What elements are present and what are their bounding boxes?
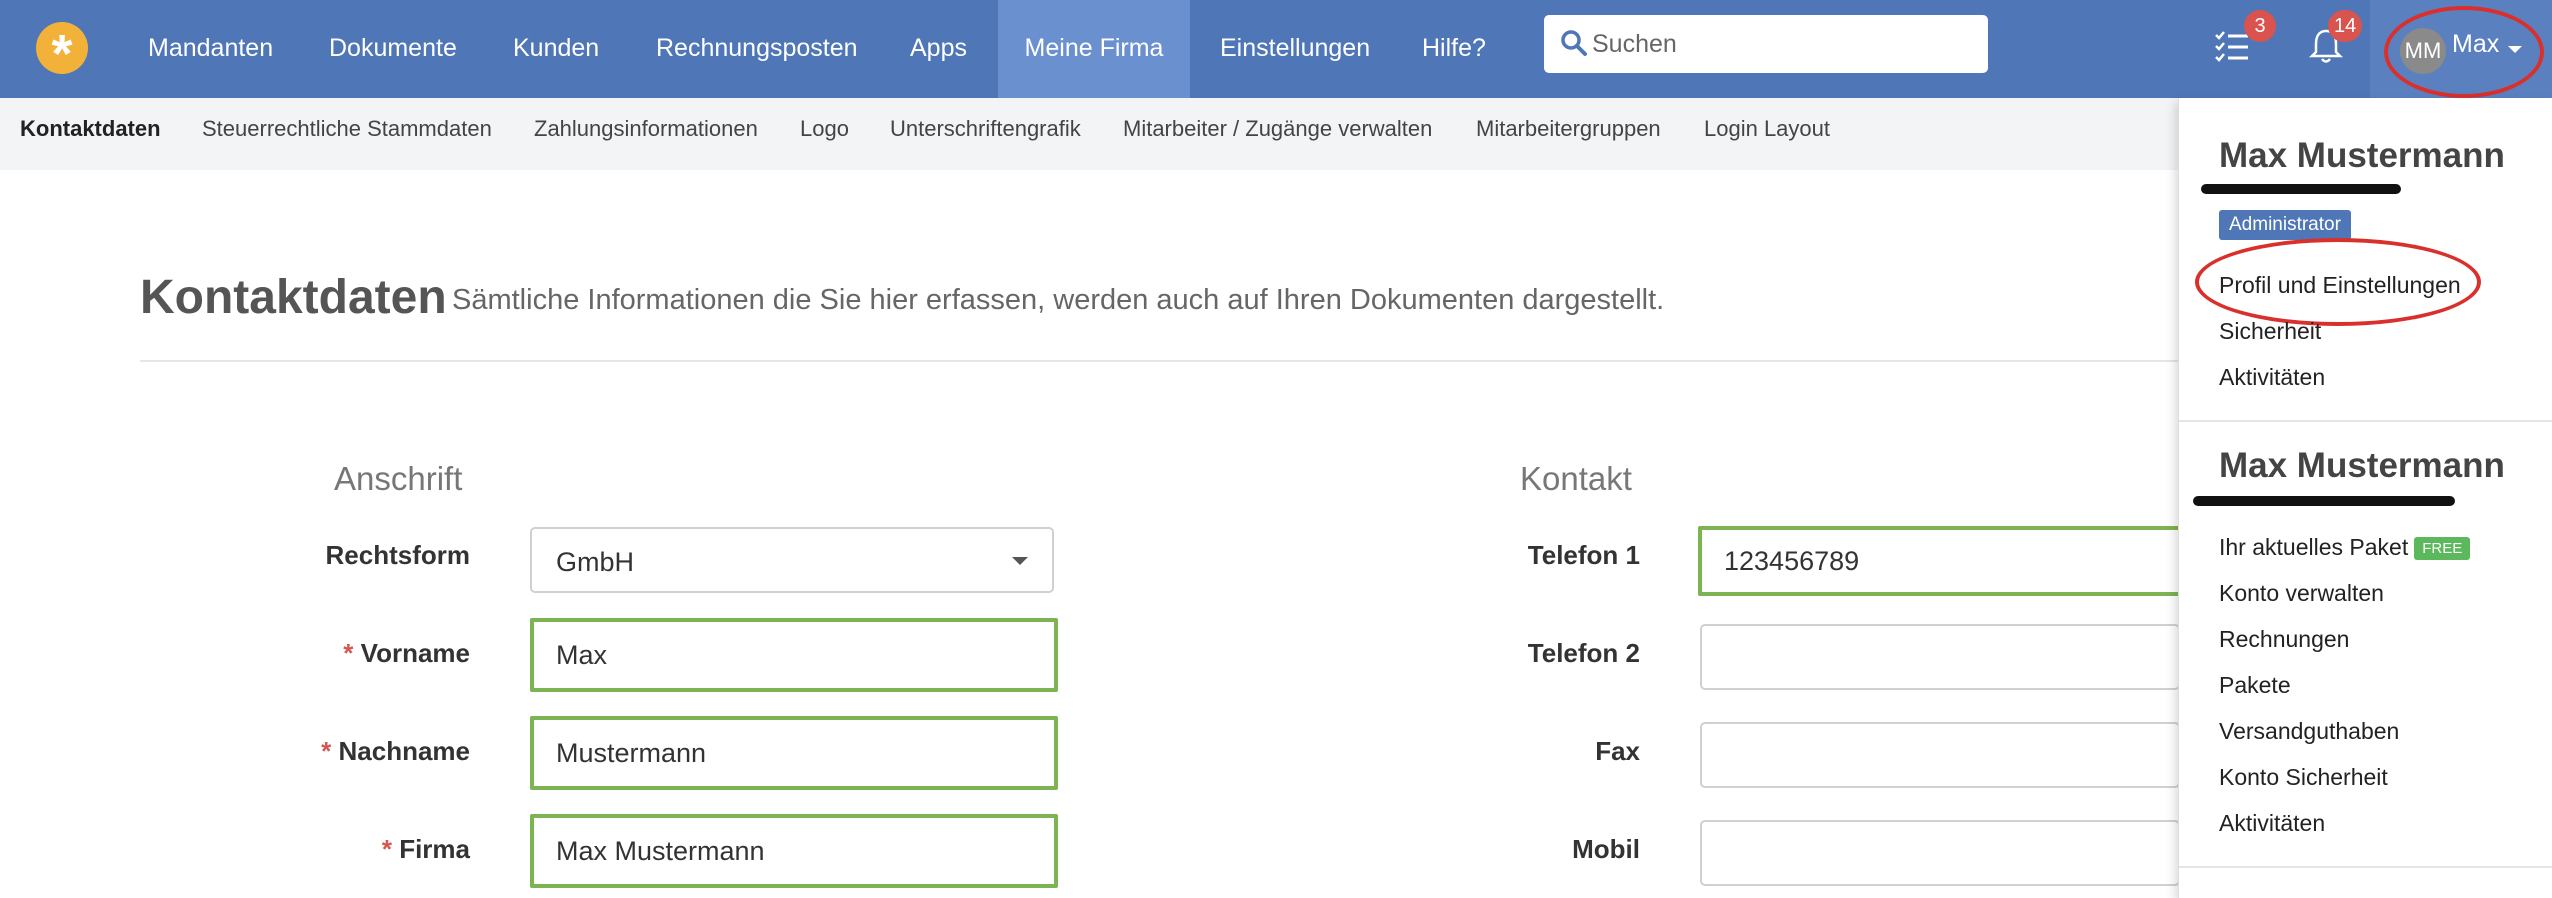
redaction-bar [2193,496,2455,506]
subnav-item-kontaktdaten[interactable]: Kontaktdaten [20,116,161,142]
subnav-item-mitarbeitergruppen[interactable]: Mitarbeitergruppen [1476,116,1661,142]
menu-item-aktuelles-paket[interactable]: Ihr aktuelles Paket FREE [2219,534,2471,561]
user-menu-toggle[interactable]: MM Max [2370,0,2552,98]
subnav-item-zahlungsinformationen[interactable]: Zahlungsinformationen [534,116,758,142]
rechtsform-select[interactable]: GmbH [530,527,1054,593]
nachname-label: * Nachname [170,736,470,767]
subnav-item-login-layout[interactable]: Login Layout [1704,116,1830,142]
subnav-item-mitarbeiter-zugaenge[interactable]: Mitarbeiter / Zugänge verwalten [1123,116,1432,142]
nav-item-hilfe[interactable]: Hilfe? [1410,0,1498,98]
user-short-name: Max [2452,30,2500,58]
rechtsform-label: Rechtsform [325,540,470,570]
menu-item-versandguthaben[interactable]: Versandguthaben [2219,718,2399,745]
required-marker: * [321,736,332,766]
nav-item-mandanten[interactable]: Mandanten [136,0,285,98]
subnav-item-unterschriftengrafik[interactable]: Unterschriftengrafik [890,116,1081,142]
chevron-down-icon [2508,46,2522,53]
nav-item-kunden[interactable]: Kunden [501,0,611,98]
required-marker: * [381,834,392,864]
section-heading-kontakt: Kontakt [1520,460,1632,497]
mobil-label: Mobil [1572,834,1640,864]
menu-item-konto-aktivitaeten[interactable]: Aktivitäten [2219,810,2325,837]
fax-label: Fax [1595,736,1640,766]
main-content: Kontaktdaten Sämtliche Informationen die… [0,170,2552,898]
notifications-badge: 14 [2328,10,2363,42]
title-divider [140,360,2220,362]
menu-item-konto-sicherheit[interactable]: Konto Sicherheit [2219,764,2388,791]
telefon2-input[interactable] [1702,626,2178,688]
vorname-label: * Vorname [170,638,470,669]
nav-item-apps[interactable]: Apps [898,0,979,98]
tasks-badge: 3 [2244,10,2276,42]
fax-input[interactable] [1702,724,2178,786]
menu-item-profil-einstellungen[interactable]: Profil und Einstellungen [2219,272,2461,299]
user-dropdown-menu: Max Mustermann Administrator Profil und … [2178,98,2552,898]
firma-label: * Firma [170,834,470,865]
nav-item-meine-firma[interactable]: Meine Firma [998,0,1190,98]
menu-item-pakete[interactable]: Pakete [2219,672,2291,699]
required-marker: * [343,638,354,668]
free-badge: FREE [2414,537,2471,561]
sub-navigation: Kontaktdaten Steuerrechtliche Stammdaten… [0,98,2552,170]
telefon2-label: Telefon 2 [1527,638,1640,668]
top-navbar: * Mandanten Dokumente Kunden Rechnungspo… [0,0,2552,98]
role-badge: Administrator [2219,210,2351,240]
redaction-bar [2201,184,2401,194]
nachname-input[interactable] [534,720,1054,786]
telefon1-input[interactable] [1702,530,2184,592]
fax-field[interactable] [1700,722,2180,788]
mobil-field[interactable] [1700,820,2180,886]
nav-item-dokumente[interactable]: Dokumente [317,0,469,98]
menu-item-sicherheit[interactable]: Sicherheit [2219,318,2321,345]
subnav-item-steuerrechtliche-stammdaten[interactable]: Steuerrechtliche Stammdaten [202,116,492,142]
telefon1-label: Telefon 1 [1527,540,1640,570]
firma-field[interactable] [530,814,1058,888]
subnav-item-logo[interactable]: Logo [800,116,849,142]
menu-divider [2179,866,2552,868]
caret-down-icon [1012,557,1028,565]
avatar: MM [2400,28,2446,74]
app-logo-icon[interactable]: * [36,22,88,84]
search-box[interactable] [1544,15,1988,73]
package-label: Ihr aktuelles Paket [2219,534,2409,560]
nachname-field[interactable] [530,716,1058,790]
vorname-field[interactable] [530,618,1058,692]
menu-item-aktivitaeten[interactable]: Aktivitäten [2219,364,2325,391]
search-input[interactable] [1592,15,1972,73]
telefon2-field[interactable] [1700,624,2180,690]
search-icon [1561,30,1587,56]
vorname-label-text: Vorname [360,638,470,668]
page-subtitle: Sämtliche Informationen die Sie hier erf… [452,284,1665,316]
nav-item-einstellungen[interactable]: Einstellungen [1208,0,1382,98]
nav-item-rechnungsposten[interactable]: Rechnungsposten [644,0,870,98]
section-heading-anschrift: Anschrift [334,460,463,497]
firma-input[interactable] [534,818,1054,884]
menu-item-rechnungen[interactable]: Rechnungen [2219,626,2349,653]
dropdown-user-name: Max Mustermann [2219,136,2505,175]
menu-item-konto-verwalten[interactable]: Konto verwalten [2219,580,2384,607]
page-title: Kontaktdaten [140,271,447,324]
firma-label-text: Firma [399,834,470,864]
menu-divider [2179,420,2552,422]
mobil-input[interactable] [1702,822,2178,884]
dropdown-account-name: Max Mustermann [2219,446,2505,485]
vorname-input[interactable] [534,622,1054,688]
rechtsform-selected-value: GmbH [556,547,635,577]
telefon1-field[interactable] [1698,526,2188,596]
nachname-label-text: Nachname [338,736,471,766]
